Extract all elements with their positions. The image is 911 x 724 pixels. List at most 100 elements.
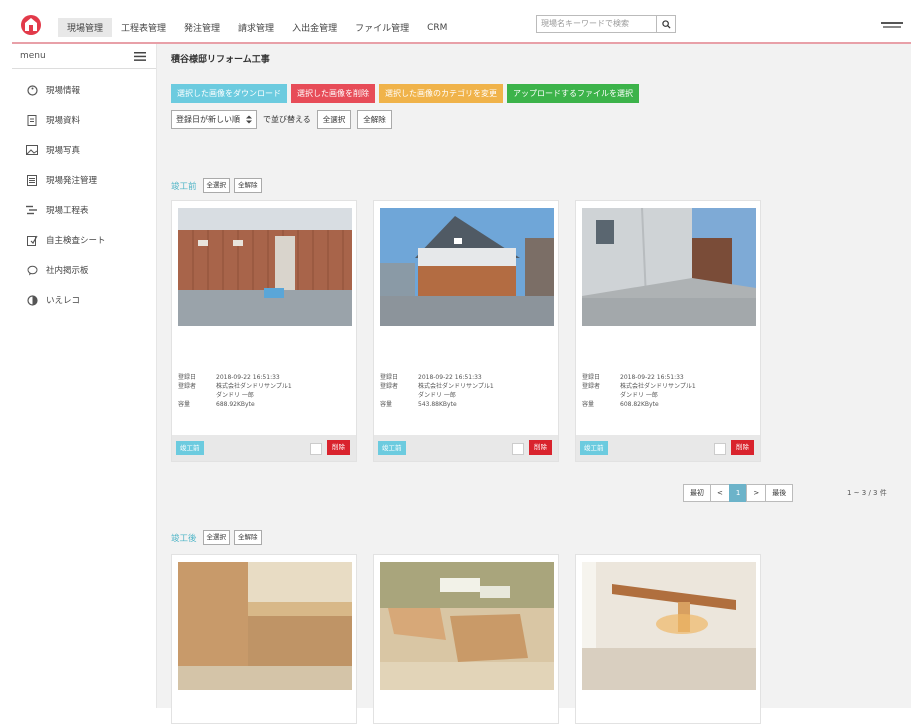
sidebar-item-site-info[interactable]: 現場情報 — [12, 75, 156, 105]
photo-thumbnail[interactable] — [582, 562, 756, 690]
nav-crm[interactable]: CRM — [418, 20, 456, 36]
section-header-before: 竣工前 全選択 全解除 — [171, 178, 262, 193]
category-tag[interactable]: 竣工前 — [378, 441, 406, 455]
meta-key: 容量 — [380, 401, 393, 408]
download-selected-button[interactable]: 選択した画像をダウンロード — [171, 84, 287, 103]
deselect-all-button[interactable]: 全解除 — [357, 110, 392, 129]
photo-thumbnail[interactable] — [582, 208, 756, 326]
section-select-all-button[interactable]: 全選択 — [202, 530, 231, 545]
meta-value: 株式会社ダンドリサンプル1 — [620, 383, 696, 390]
sidebar-item-iereco[interactable]: いえレコ — [12, 285, 156, 315]
sidebar: menu 現場情報 現場資料 現場写真 現場発注管理 現場工程表 自主検査シート… — [12, 44, 157, 708]
section-select-all-button[interactable]: 全選択 — [202, 178, 231, 193]
photo-card[interactable] — [373, 554, 559, 724]
photo-card[interactable] — [575, 554, 761, 724]
change-category-button[interactable]: 選択した画像のカテゴリを変更 — [379, 84, 503, 103]
house-side-image — [582, 208, 756, 326]
delete-button[interactable]: 削除 — [731, 440, 754, 455]
main-nav: 現場管理 工程表管理 発注管理 請求管理 入出金管理 ファイル管理 CRM — [58, 18, 456, 37]
card-footer: 竣工前 削除 — [374, 435, 558, 461]
select-checkbox[interactable] — [512, 443, 524, 455]
photo-card[interactable]: 登録日 2018-09-22 16:51:33 登録者 株式会社ダンドリサンプル1 … — [575, 200, 761, 462]
sidebar-item-label: 自主検査シート — [46, 236, 106, 246]
sidebar-item-label: 現場資料 — [46, 116, 81, 126]
sidebar-item-label: いえレコ — [46, 296, 81, 306]
sidebar-item-site-photos[interactable]: 現場写真 — [12, 135, 156, 165]
select-checkbox[interactable] — [714, 443, 726, 455]
photo-thumbnail[interactable] — [178, 562, 352, 690]
meta-key: 登録日 — [380, 374, 399, 381]
meta-value: 543.88KByte — [418, 401, 457, 408]
search-button[interactable] — [656, 16, 675, 32]
category-tag[interactable]: 竣工前 — [580, 441, 608, 455]
select-arrows-icon — [246, 115, 252, 124]
photo-card[interactable] — [171, 554, 357, 724]
photo-thumbnail[interactable] — [178, 208, 352, 326]
sidebar-item-label: 現場発注管理 — [46, 176, 98, 186]
document-icon — [26, 114, 38, 126]
sort-select[interactable]: 登録日が新しい順 — [171, 110, 257, 129]
pager-last-button[interactable]: 最後 — [765, 484, 794, 502]
sort-label: で並び替える — [263, 115, 311, 124]
interior-step-image — [178, 562, 352, 690]
meta-value: 608.82KByte — [620, 401, 659, 408]
main-content: 積谷様邸リフォーム工事 選択した画像をダウンロード 選択した画像を削除 選択した… — [157, 44, 911, 724]
nav-invoices[interactable]: 請求管理 — [229, 18, 283, 37]
section-deselect-all-button[interactable]: 全解除 — [234, 530, 262, 545]
nav-payments[interactable]: 入出金管理 — [283, 18, 346, 37]
partner-logo-icon — [881, 22, 903, 28]
section-deselect-all-button[interactable]: 全解除 — [234, 178, 262, 193]
delete-selected-button[interactable]: 選択した画像を削除 — [291, 84, 375, 103]
nav-schedule[interactable]: 工程表管理 — [112, 18, 175, 37]
delete-button[interactable]: 削除 — [529, 440, 552, 455]
meta-key: 登録者 — [582, 383, 601, 390]
meta-key — [178, 391, 216, 400]
meta-value: ダンドリ 一郎 — [216, 392, 254, 399]
photo-card[interactable]: 登録日 2018-09-22 16:51:33 登録者 株式会社ダンドリサンプル1 … — [171, 200, 357, 462]
sidebar-item-bulletin-board[interactable]: 社内掲示板 — [12, 255, 156, 285]
photo-meta: 登録日 2018-09-22 16:51:33 登録者 株式会社ダンドリサンプル1 … — [380, 373, 554, 409]
sidebar-item-label: 現場工程表 — [46, 206, 89, 216]
section-header-after: 竣工後 全選択 全解除 — [171, 530, 262, 545]
sidebar-item-site-documents[interactable]: 現場資料 — [12, 105, 156, 135]
sort-controls: 登録日が新しい順 で並び替える 全選択 全解除 — [171, 110, 911, 129]
nav-site-management[interactable]: 現場管理 — [58, 18, 113, 37]
photo-thumbnail[interactable] — [380, 208, 554, 326]
section-label: 竣工前 — [171, 181, 197, 192]
select-all-button[interactable]: 全選択 — [316, 110, 352, 129]
select-checkbox[interactable] — [310, 443, 322, 455]
palette-icon — [26, 84, 38, 96]
photo-card[interactable]: 登録日 2018-09-22 16:51:33 登録者 株式会社ダンドリサンプル1 … — [373, 200, 559, 462]
section-label: 竣工後 — [171, 533, 197, 544]
pager-first-button[interactable]: 最初 — [683, 484, 711, 502]
sidebar-item-site-orders[interactable]: 現場発注管理 — [12, 165, 156, 195]
pager-prev-button[interactable]: < — [710, 484, 730, 502]
nav-files[interactable]: ファイル管理 — [346, 18, 418, 37]
meta-value: 688.92KByte — [216, 401, 255, 408]
sort-select-value: 登録日が新しい順 — [176, 115, 240, 124]
photo-meta: 登録日 2018-09-22 16:51:33 登録者 株式会社ダンドリサンプル1 … — [178, 373, 352, 409]
pager-next-button[interactable]: > — [746, 484, 767, 502]
photo-thumbnail[interactable] — [380, 562, 554, 690]
chat-icon — [26, 264, 38, 276]
meta-key: 登録者 — [380, 383, 399, 390]
sidebar-item-inspection-sheet[interactable]: 自主検査シート — [12, 225, 156, 255]
house-exterior-image — [380, 208, 554, 326]
sidebar-item-site-schedule[interactable]: 現場工程表 — [12, 195, 156, 225]
hamburger-icon[interactable] — [134, 51, 146, 61]
page-title: 積谷様邸リフォーム工事 — [171, 54, 270, 65]
category-tag[interactable]: 竣工前 — [176, 441, 204, 455]
app-logo-icon[interactable] — [20, 14, 42, 36]
card-footer: 竣工前 削除 — [172, 435, 356, 461]
search-input[interactable]: 現場名キーワードで検索 — [537, 16, 656, 32]
card-footer: 竣工前 削除 — [576, 435, 760, 461]
delete-button[interactable]: 削除 — [327, 440, 350, 455]
meta-value: ダンドリ 一郎 — [620, 392, 658, 399]
tatami-drawers-image — [380, 562, 554, 690]
nav-orders[interactable]: 発注管理 — [175, 18, 229, 37]
upload-file-button[interactable]: アップロードするファイルを選択 — [507, 84, 639, 103]
meta-key: 登録日 — [582, 374, 601, 381]
pager-current-page[interactable]: 1 — [728, 484, 748, 502]
meta-key: 容量 — [178, 401, 191, 408]
bulk-actions: 選択した画像をダウンロード 選択した画像を削除 選択した画像のカテゴリを変更 ア… — [171, 84, 911, 103]
